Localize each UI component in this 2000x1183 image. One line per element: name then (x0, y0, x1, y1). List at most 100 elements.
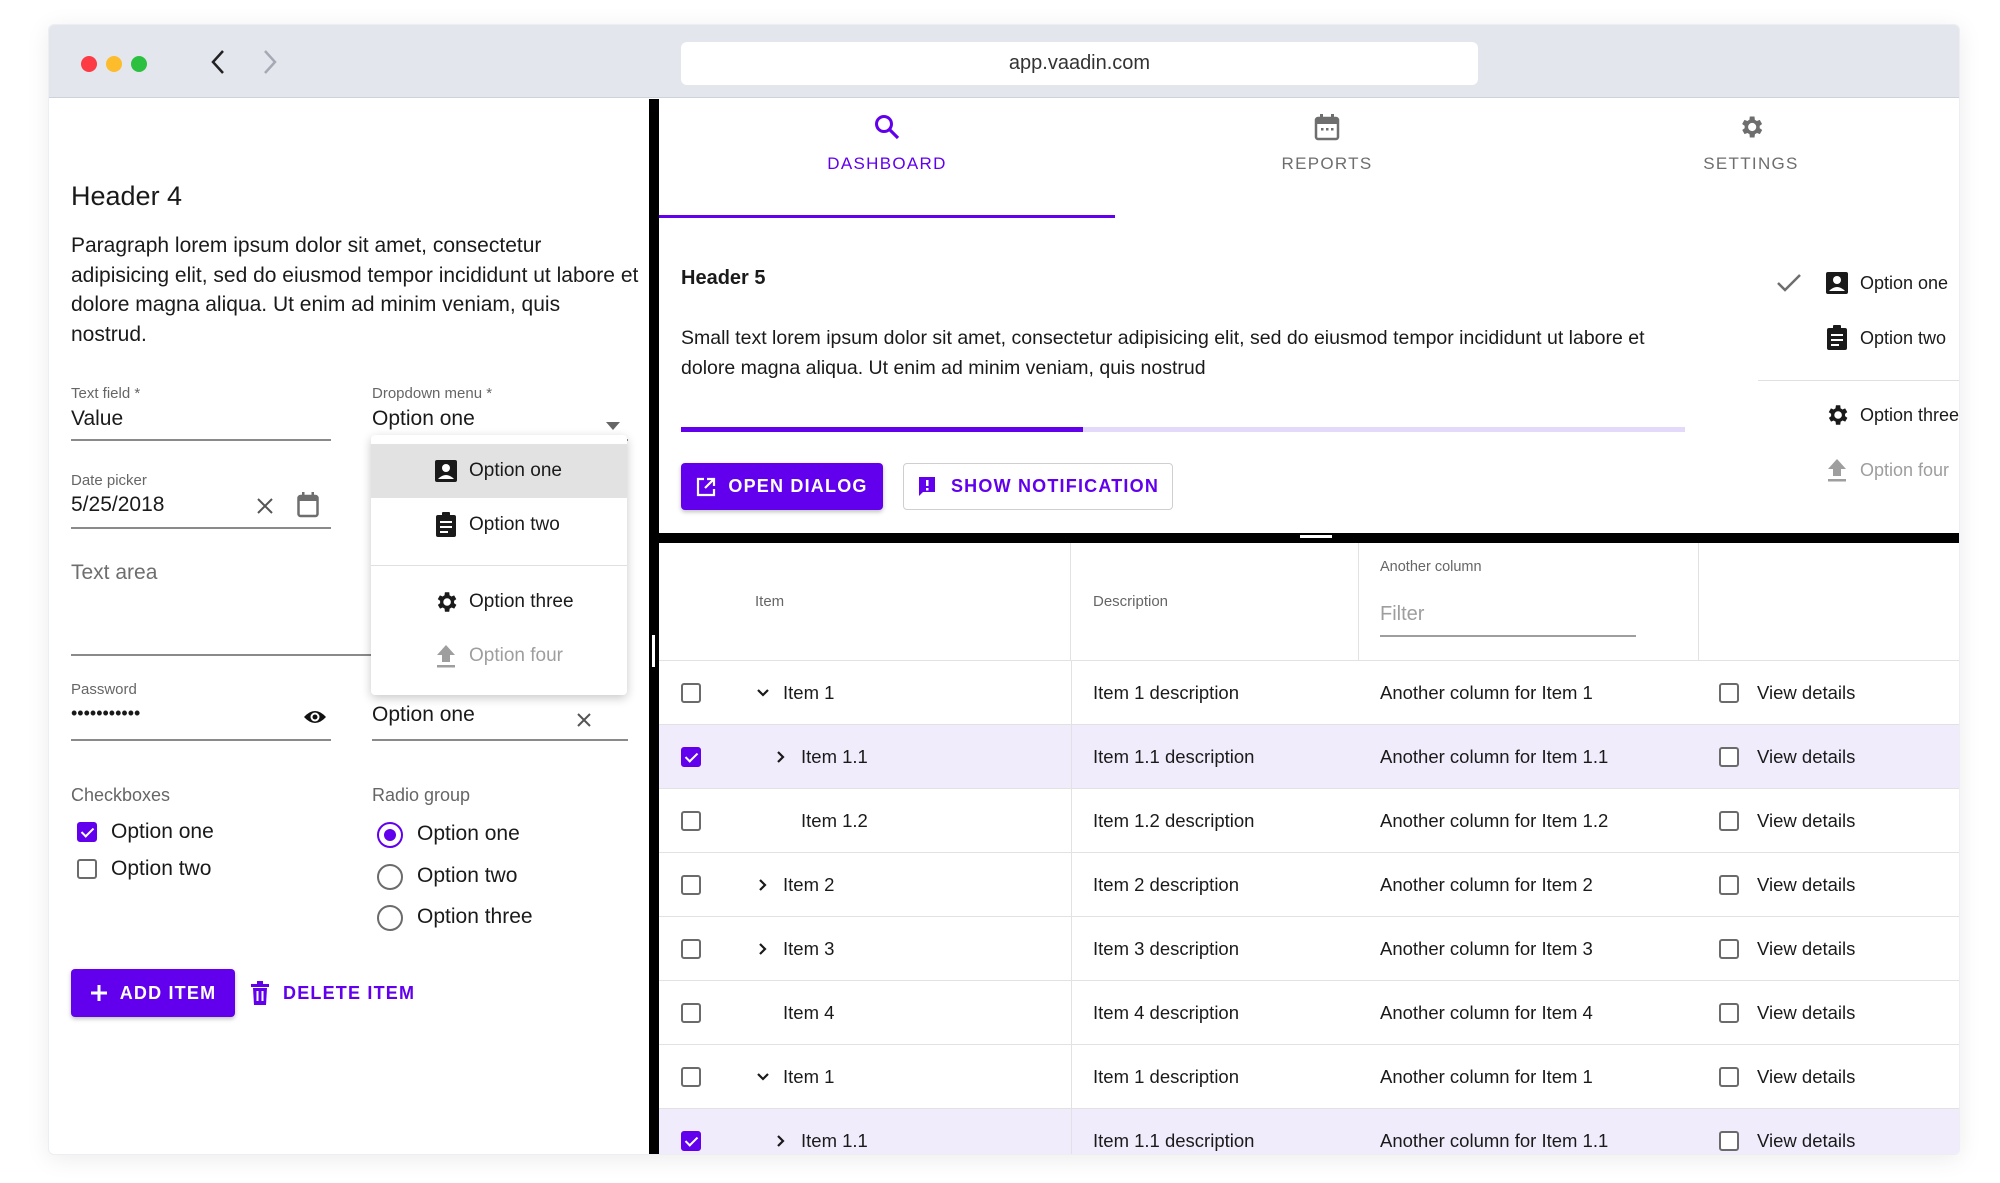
row-select-checkbox[interactable] (681, 811, 701, 831)
checkbox-checked[interactable] (77, 822, 97, 842)
vertical-splitter[interactable] (649, 99, 659, 1154)
filter-input[interactable]: Filter (1380, 599, 1636, 639)
open-dialog-button[interactable]: OPEN DIALOG (681, 463, 883, 510)
chevron-left-icon[interactable] (209, 47, 227, 83)
view-details-label: View details (1757, 1002, 1856, 1023)
row-select-checkbox[interactable] (681, 1067, 701, 1087)
list-item-label: Option three (1860, 404, 1960, 425)
radio-unchecked[interactable] (377, 864, 403, 890)
item-cell: Item 1.1 (773, 725, 868, 789)
close-window-button[interactable] (81, 56, 97, 72)
view-details-checkbox[interactable]: View details (1719, 1045, 1855, 1109)
view-details-checkbox[interactable]: View details (1719, 789, 1855, 853)
text-field[interactable]: Value (71, 401, 331, 441)
chevron-down-icon[interactable] (755, 688, 771, 698)
date-picker[interactable]: 5/25/2018 (71, 487, 331, 529)
table-row[interactable]: Item 2 Item 2 description Another column f… (659, 853, 1959, 917)
view-details-label: View details (1757, 746, 1856, 767)
table-row[interactable]: Item 1 Item 1 description Another column f… (659, 1045, 1959, 1109)
view-details-checkbox[interactable]: View details (1719, 661, 1855, 725)
row-select-checkbox[interactable] (681, 683, 701, 703)
radio-option-one[interactable]: Option one (372, 819, 592, 853)
progress-bar-fill (681, 427, 1083, 432)
table-row[interactable]: Item 4 Item 4 description Another column f… (659, 981, 1959, 1045)
gear-icon (1824, 402, 1850, 428)
list-item-option-one[interactable]: Option one (1776, 270, 1948, 296)
chevron-right-icon[interactable] (261, 47, 279, 83)
calendar-icon[interactable] (297, 492, 319, 523)
table-row[interactable]: Item 1.1 Item 1.1 description Another colu… (659, 725, 1959, 789)
row-select-checkbox[interactable] (681, 1003, 701, 1023)
table-row[interactable]: Item 1.1 Item 1.1 description Another colu… (659, 1109, 1959, 1154)
view-details-checkbox[interactable]: View details (1719, 853, 1855, 917)
eye-icon[interactable] (303, 709, 327, 730)
chevron-right-icon[interactable] (755, 942, 771, 956)
delete-item-button[interactable]: DELETE ITEM (251, 969, 415, 1017)
view-details-checkbox[interactable]: View details (1719, 725, 1855, 789)
tab-reports[interactable]: REPORTS (1115, 99, 1539, 195)
checkbox-option-two[interactable]: Option two (71, 856, 271, 888)
radio-unchecked[interactable] (377, 905, 403, 931)
description-text: Item 1 description (1093, 1066, 1240, 1087)
item-cell: Item 1 (755, 1045, 834, 1109)
radio-option-three[interactable]: Option three (372, 902, 592, 936)
chevron-right-icon[interactable] (773, 1134, 789, 1148)
row-select-checkbox[interactable] (681, 939, 701, 959)
browser-toolbar: app.vaadin.com (49, 25, 1959, 98)
details-checkbox[interactable] (1719, 1131, 1739, 1151)
chevron-down-icon[interactable] (755, 1072, 771, 1082)
menu-item-option-one[interactable]: Option one (371, 444, 627, 498)
details-checkbox[interactable] (1719, 875, 1739, 895)
details-checkbox[interactable] (1719, 747, 1739, 767)
tab-dashboard[interactable]: DASHBOARD (659, 99, 1115, 195)
view-details-checkbox[interactable]: View details (1719, 1109, 1855, 1154)
dashboard-panel: DASHBOARD REPORTS SETTINGS Header 5 Smal… (659, 99, 1959, 1154)
text-area[interactable]: Text area (71, 561, 381, 656)
item-cell: Item 1.2 (773, 789, 868, 853)
details-checkbox[interactable] (1719, 811, 1739, 831)
chevron-right-icon[interactable] (773, 750, 789, 764)
clear-icon[interactable] (256, 497, 274, 520)
list-item-option-three[interactable]: Option three (1824, 402, 1959, 428)
details-checkbox[interactable] (1719, 1067, 1739, 1087)
menu-item-option-three[interactable]: Option three (371, 575, 627, 629)
details-checkbox[interactable] (1719, 683, 1739, 703)
tree-grid: Item Description Another column Filter I… (659, 543, 1959, 1154)
add-item-button[interactable]: ADD ITEM (71, 969, 235, 1017)
table-row[interactable]: Item 3 Item 3 description Another column f… (659, 917, 1959, 981)
row-select-checkbox[interactable] (681, 875, 701, 895)
checkbox-unchecked[interactable] (77, 859, 97, 879)
list-item-option-two[interactable]: Option two (1824, 325, 1946, 351)
splitter-handle[interactable] (652, 635, 655, 667)
menu-item-option-two[interactable]: Option two (371, 498, 627, 552)
table-row[interactable]: Item 1 Item 1 description Another column f… (659, 661, 1959, 725)
radio-option-two[interactable]: Option two (372, 861, 592, 895)
url-bar[interactable]: app.vaadin.com (681, 42, 1478, 85)
chevron-right-icon[interactable] (755, 878, 771, 892)
description-text: Item 2 description (1093, 874, 1240, 895)
combo-box[interactable]: Option one (372, 699, 628, 741)
row-select-checkbox[interactable] (681, 747, 701, 767)
tab-settings[interactable]: SETTINGS (1539, 99, 1959, 195)
view-details-checkbox[interactable]: View details (1719, 981, 1855, 1045)
show-notification-button[interactable]: SHOW NOTIFICATION (903, 463, 1173, 510)
password-label: Password (71, 681, 137, 698)
view-details-checkbox[interactable]: View details (1719, 917, 1855, 981)
column-header-item[interactable]: Item (659, 543, 1071, 661)
table-row[interactable]: Item 1.2 Item 1.2 description Another colu… (659, 789, 1959, 853)
maximize-window-button[interactable] (131, 56, 147, 72)
details-checkbox[interactable] (1719, 1003, 1739, 1023)
radio-checked[interactable] (377, 822, 403, 848)
column-header-description[interactable]: Description (1071, 543, 1359, 661)
horizontal-splitter[interactable] (659, 533, 1959, 543)
column-divider (1071, 725, 1072, 789)
splitter-handle[interactable] (1300, 535, 1332, 538)
row-select-checkbox[interactable] (681, 1131, 701, 1151)
minimize-window-button[interactable] (106, 56, 122, 72)
combo-box-underline (372, 739, 628, 741)
checkbox-option-one[interactable]: Option one (71, 819, 271, 851)
details-checkbox[interactable] (1719, 939, 1739, 959)
clear-icon[interactable] (577, 713, 591, 732)
password-field[interactable]: ••••••••••• (71, 699, 331, 741)
form-panel: Header 4 Paragraph lorem ipsum dolor sit… (49, 99, 649, 1154)
